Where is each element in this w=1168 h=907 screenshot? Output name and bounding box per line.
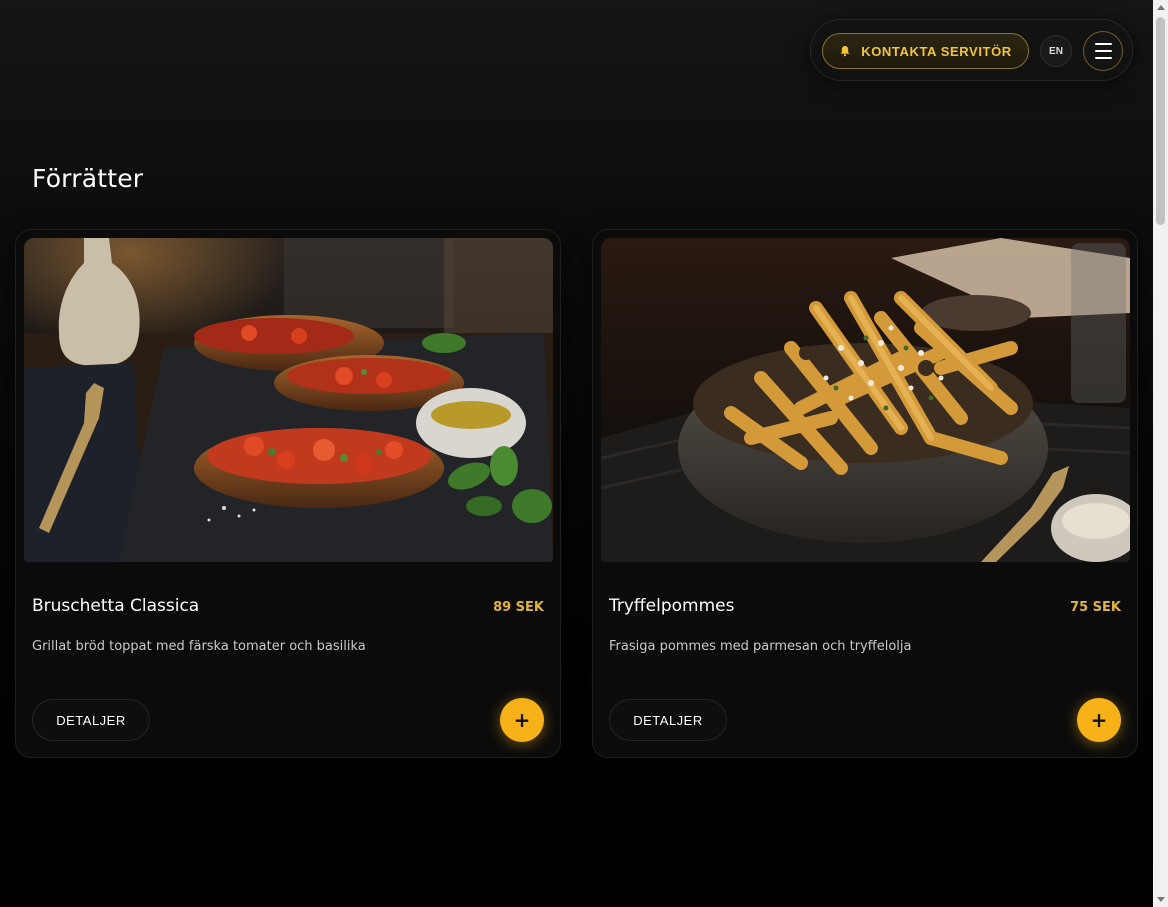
menu-item-card: Bruschetta Classica 89 SEK Grillat bröd … [15, 229, 561, 758]
item-description: Frasiga pommes med parmesan och tryffelo… [609, 639, 912, 654]
plus-icon: + [1090, 708, 1108, 732]
add-to-order-button[interactable]: + [1077, 698, 1121, 742]
hamburger-menu-icon [1094, 43, 1112, 45]
language-button[interactable]: EN [1040, 35, 1072, 67]
menu-button[interactable] [1083, 31, 1123, 71]
page-scrollbar[interactable] [1153, 0, 1168, 907]
menu-item-card: Tryffelpommes 75 SEK Frasiga pommes med … [592, 229, 1138, 758]
language-label: EN [1049, 45, 1063, 57]
item-name: Bruschetta Classica [32, 596, 200, 616]
contact-waiter-button[interactable]: KONTAKTA SERVITÖR [822, 33, 1029, 69]
details-button[interactable]: DETALJER [609, 699, 727, 741]
bell-icon [840, 46, 850, 57]
section-title: Förrätter [32, 164, 144, 193]
scrollbar-thumb[interactable] [1156, 17, 1165, 225]
scroll-up-icon[interactable] [1157, 5, 1165, 10]
item-price: 75 SEK [1070, 600, 1121, 615]
item-price: 89 SEK [493, 600, 544, 615]
item-description: Grillat bröd toppat med färska tomater o… [32, 639, 366, 654]
scroll-down-icon[interactable] [1157, 897, 1165, 902]
details-button[interactable]: DETALJER [32, 699, 150, 741]
truffle-fries-image [601, 238, 1130, 562]
plus-icon: + [513, 708, 531, 732]
bruschetta-image [24, 238, 553, 562]
contact-waiter-label: KONTAKTA SERVITÖR [861, 43, 1012, 59]
top-controls: KONTAKTA SERVITÖR EN [810, 19, 1133, 81]
add-to-order-button[interactable]: + [500, 698, 544, 742]
item-name: Tryffelpommes [609, 596, 735, 616]
